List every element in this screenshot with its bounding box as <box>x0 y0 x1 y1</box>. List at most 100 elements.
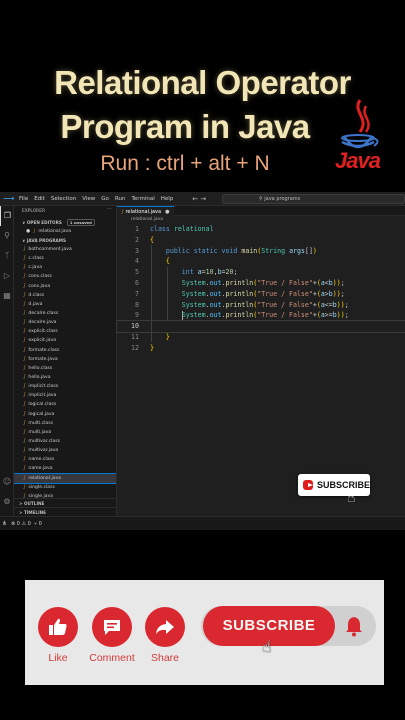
file-item[interactable]: Jname.class <box>14 455 116 464</box>
code-line[interactable]: 7 System.out.println("True / False"+(a>b… <box>117 289 405 300</box>
menu-file[interactable]: File <box>16 196 31 202</box>
file-item[interactable]: Jcons.class <box>14 272 116 281</box>
tab-relational-java[interactable]: Jrelational.java ● <box>117 206 175 216</box>
file-item[interactable]: Jd.java <box>14 300 116 309</box>
remote-icon[interactable]: ⋔ <box>2 520 7 527</box>
like-button[interactable] <box>38 607 78 647</box>
explorer-icon[interactable]: ❐ <box>0 206 14 226</box>
share-button[interactable] <box>145 607 185 647</box>
code-line[interactable]: 5 int a=10,b=20; <box>117 267 405 278</box>
menu-run[interactable]: Run <box>112 196 129 202</box>
file-item[interactable]: Jrelational.java <box>14 472 116 484</box>
menu-edit[interactable]: Edit <box>31 196 48 202</box>
nav-back-forward-icon[interactable]: ← → <box>192 195 206 203</box>
menu-go[interactable]: Go <box>98 196 112 202</box>
outline-section[interactable]: > OUTLINE <box>14 498 116 507</box>
file-item[interactable]: Jimplicit.class <box>14 382 116 391</box>
unsaved-dot-icon[interactable]: ● <box>165 209 169 215</box>
line-number: 8 <box>135 300 139 309</box>
code-line[interactable]: 10 <box>116 320 405 333</box>
code-line[interactable]: 9 System.out.println("True / False"+(a>=… <box>117 310 405 321</box>
open-editor-item[interactable]: ● Jrelational.java <box>14 227 116 236</box>
timeline-section[interactable]: > TIMELINE <box>14 507 116 516</box>
file-item[interactable]: Jbothcomment.java <box>14 245 116 254</box>
file-item[interactable]: Jhello.class <box>14 364 116 373</box>
menu-terminal[interactable]: Terminal <box>128 196 157 202</box>
activity-bar: ❐ ⚲ ᛉ ▷ ▦ ☺ ⚙ <box>0 206 14 516</box>
file-item[interactable]: Jmulti.java <box>14 428 116 437</box>
file-item[interactable]: Jc.java <box>14 263 116 272</box>
editor-area[interactable]: Jrelational.java ● relational.java 1 class… <box>116 206 405 516</box>
code-line[interactable]: 4 { <box>117 256 405 267</box>
file-label: hello.java <box>28 374 51 380</box>
file-item[interactable]: Jexplicit.class <box>14 327 116 336</box>
file-item[interactable]: Jmultivar.java <box>14 446 116 455</box>
line-number: 7 <box>135 289 139 298</box>
file-item[interactable]: Jlogical.java <box>14 410 116 419</box>
mini-subscribe-button[interactable]: SUBSCRIBE <box>298 474 370 496</box>
file-item[interactable]: Jname.java <box>14 464 116 473</box>
menu-selection[interactable]: Selection <box>48 196 79 202</box>
code-line[interactable]: 11 } <box>117 332 405 343</box>
menu-help[interactable]: Help <box>158 196 177 202</box>
code-line[interactable]: 8 System.out.println("True / False"+(a<=… <box>117 300 405 311</box>
file-item[interactable]: Jmulti.class <box>14 419 116 428</box>
file-item[interactable]: Jc.class <box>14 254 116 263</box>
code-text: } <box>150 343 154 352</box>
file-item[interactable]: Jhello.java <box>14 373 116 382</box>
line-number: 11 <box>131 332 139 341</box>
file-item[interactable]: Jdecalre.java <box>14 318 116 327</box>
file-label: name.class <box>28 457 55 463</box>
file-item[interactable]: Jformate.class <box>14 346 116 355</box>
file-label: d.class <box>28 292 45 298</box>
thumbs-up-icon <box>49 618 67 635</box>
open-editors-header[interactable]: ∨ OPEN EDITORS 1 unsaved <box>14 218 116 227</box>
search-icon[interactable]: ⚲ <box>0 226 14 246</box>
code-line[interactable]: 2{ <box>117 235 405 246</box>
file-item[interactable]: Jmultivar.class <box>14 437 116 446</box>
breadcrumb[interactable]: relational.java <box>117 216 405 224</box>
file-item[interactable]: Jimplicit.java <box>14 391 116 400</box>
java-programs-folder-header[interactable]: ∨ JAVA PROGRAMS <box>14 236 116 245</box>
code-text: public static void main(String args[]) <box>165 246 317 255</box>
file-item[interactable]: Jformate.java <box>14 355 116 364</box>
file-label: cons.java <box>28 283 51 289</box>
file-item[interactable]: Jdecalre.class <box>14 309 116 318</box>
java-file-icon: J <box>24 292 26 298</box>
line-number: 3 <box>135 246 139 255</box>
code-line[interactable]: 12} <box>117 343 405 354</box>
file-item[interactable]: Jd.class <box>14 291 116 300</box>
code-line[interactable]: 6 System.out.println("True / False"+(a<b… <box>117 278 405 289</box>
command-center-search[interactable]: ⚲ java programs <box>222 194 405 204</box>
account-icon[interactable]: ☺ <box>0 472 14 492</box>
comment-button[interactable] <box>92 607 132 647</box>
ports-count[interactable]: ⑂ 0 <box>34 521 42 527</box>
gear-icon[interactable]: ⚙ <box>0 492 14 512</box>
code-view[interactable]: 1 class relational 2{3 public static void … <box>116 224 405 354</box>
file-label: multivar.java <box>28 448 59 454</box>
file-item[interactable]: Jexplicit.java <box>14 336 116 345</box>
problems-count[interactable]: ⊗ 0 ⚠ 0 <box>11 521 31 527</box>
java-file-icon: J <box>122 209 124 215</box>
file-item[interactable]: Jlogical.class <box>14 400 116 409</box>
code-line[interactable]: 3 public static void main(String args[]) <box>117 246 405 257</box>
run-debug-icon[interactable]: ▷ <box>0 266 14 286</box>
bell-icon[interactable] <box>344 615 364 637</box>
java-file-icon: J <box>24 310 26 316</box>
file-label: implicit.java <box>28 393 57 399</box>
file-item[interactable]: Jsingle.class <box>14 483 116 492</box>
more-actions-icon[interactable]: ⋯ <box>107 206 112 212</box>
code-line[interactable]: 1 class relational <box>117 224 405 235</box>
source-control-icon[interactable]: ᛉ <box>0 246 14 266</box>
file-item[interactable]: Jcons.java <box>14 282 116 291</box>
file-label: multi.java <box>28 429 52 435</box>
menu-view[interactable]: View <box>79 196 98 202</box>
file-label: hello.class <box>28 365 53 371</box>
unsaved-dot-icon[interactable]: ● <box>26 229 30 234</box>
java-file-icon: J <box>24 301 26 307</box>
extensions-icon[interactable]: ▦ <box>0 286 14 306</box>
code-text: class relational <box>150 225 214 233</box>
java-file-icon: J <box>24 393 26 399</box>
file-label: decalre.class <box>28 310 59 316</box>
youtube-play-icon <box>303 480 313 490</box>
